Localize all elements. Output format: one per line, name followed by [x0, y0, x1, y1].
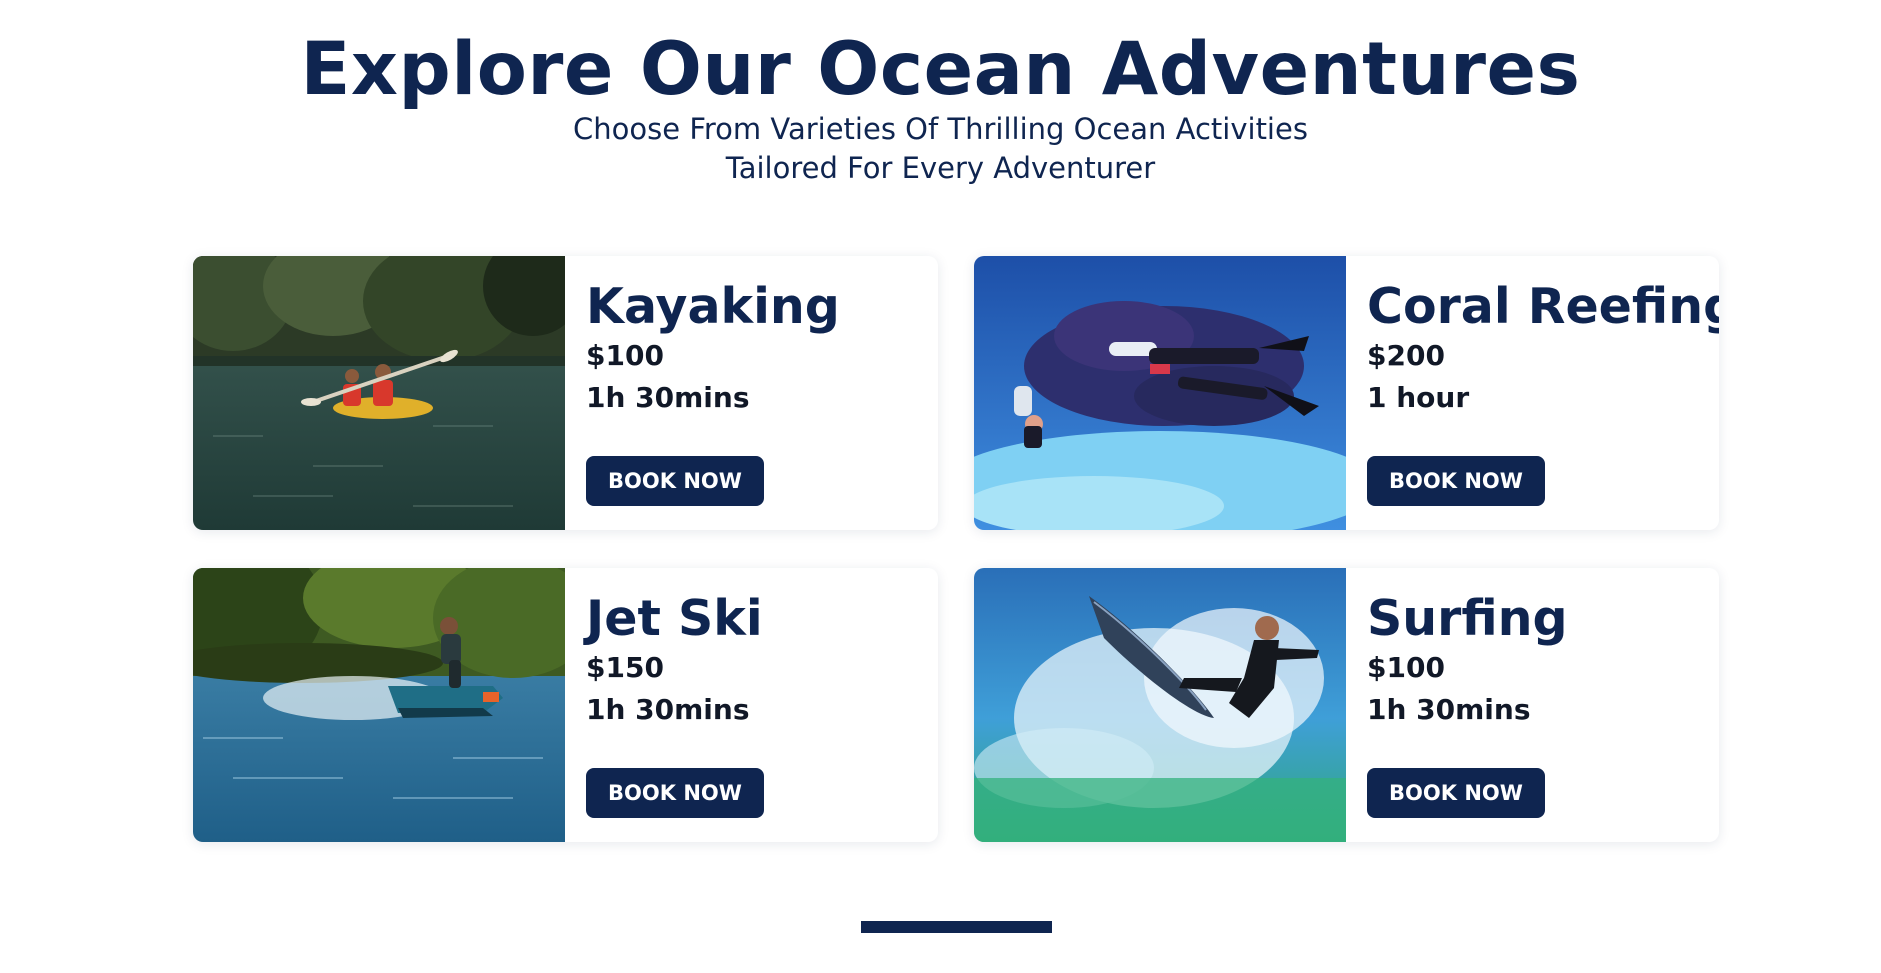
activity-price: $150: [586, 651, 664, 684]
ocean-adventures-section: Explore Our Ocean Adventures Choose From…: [0, 0, 1881, 973]
activity-duration: 1h 30mins: [1367, 693, 1531, 726]
activity-title: Coral Reefing: [1367, 278, 1719, 335]
subtitle-line-1: Choose From Varieties Of Thrilling Ocean…: [573, 112, 1308, 146]
jet-ski-photo: [193, 568, 565, 842]
page-title: Explore Our Ocean Adventures: [300, 27, 1581, 112]
activity-price: $100: [586, 339, 664, 372]
activity-card-body: Kayaking $100 1h 30mins BOOK NOW: [586, 256, 926, 530]
book-now-button-coral-reefing[interactable]: BOOK NOW: [1367, 456, 1545, 506]
activity-card-surfing: Surfing $100 1h 30mins BOOK NOW: [974, 568, 1719, 842]
activity-card-coral-reefing: Coral Reefing $200 1 hour BOOK NOW: [974, 256, 1719, 530]
activity-title: Surfing: [1367, 590, 1568, 647]
activity-price: $200: [1367, 339, 1445, 372]
activity-price: $100: [1367, 651, 1445, 684]
book-now-button-kayaking[interactable]: BOOK NOW: [586, 456, 764, 506]
section-divider: [861, 921, 1052, 933]
activity-card-body: Surfing $100 1h 30mins BOOK NOW: [1367, 568, 1707, 842]
activity-card-jet-ski: Jet Ski $150 1h 30mins BOOK NOW: [193, 568, 938, 842]
activity-duration: 1h 30mins: [586, 693, 750, 726]
book-now-button-jet-ski[interactable]: BOOK NOW: [586, 768, 764, 818]
kayaking-photo: [193, 256, 565, 530]
activity-duration: 1h 30mins: [586, 381, 750, 414]
activity-title: Jet Ski: [586, 590, 763, 647]
page-subtitle: Choose From Varieties Of Thrilling Ocean…: [0, 110, 1881, 188]
book-now-button-surfing[interactable]: BOOK NOW: [1367, 768, 1545, 818]
scuba-diving-photo: [974, 256, 1346, 530]
activity-duration: 1 hour: [1367, 381, 1470, 414]
activity-title: Kayaking: [586, 278, 840, 335]
subtitle-line-2: Tailored For Every Adventurer: [725, 151, 1156, 185]
activity-card-body: Jet Ski $150 1h 30mins BOOK NOW: [586, 568, 926, 842]
activity-card-body: Coral Reefing $200 1 hour BOOK NOW: [1367, 256, 1719, 530]
activity-card-kayaking: Kayaking $100 1h 30mins BOOK NOW: [193, 256, 938, 530]
surfing-photo: [974, 568, 1346, 842]
